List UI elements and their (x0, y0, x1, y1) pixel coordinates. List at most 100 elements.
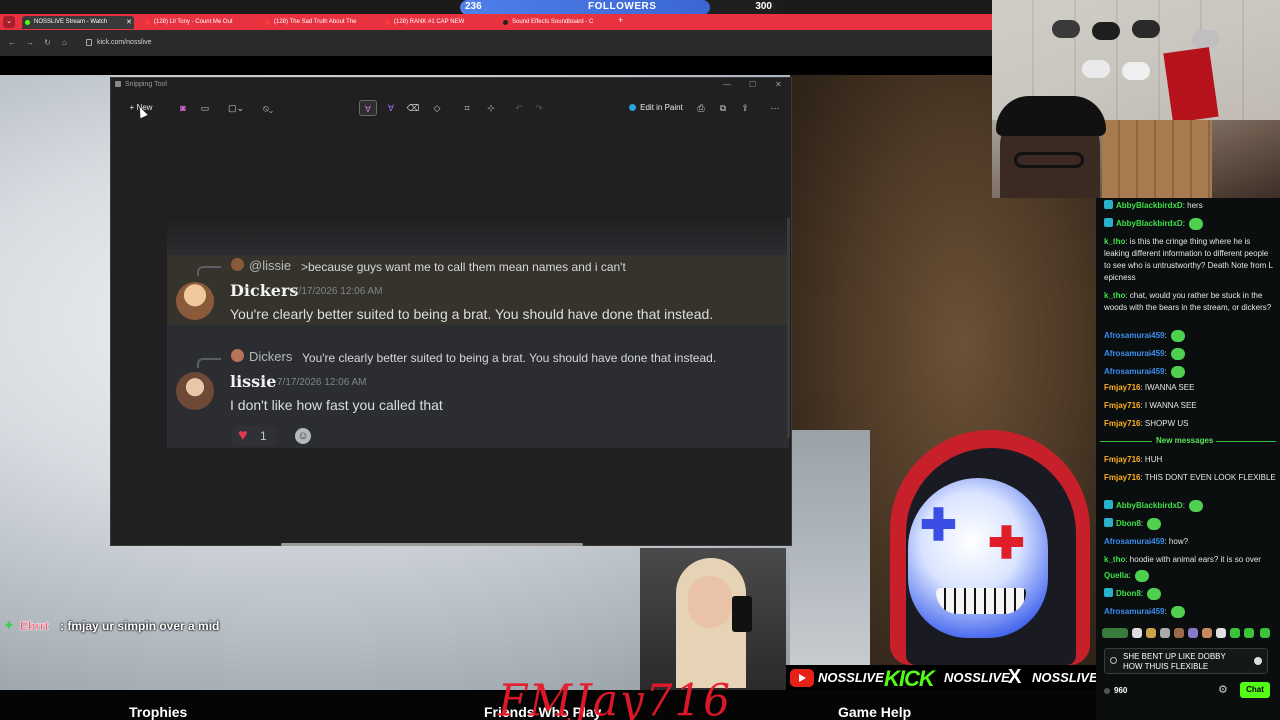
new-tab-button[interactable]: + (618, 15, 623, 25)
game-help-tab[interactable]: Game Help (838, 704, 911, 720)
avatar (176, 282, 214, 320)
followers-count: 236 (465, 1, 482, 12)
shape-dropdown-icon[interactable]: ▢⌄ (225, 100, 247, 116)
chat-username[interactable]: AbbyBlackbirdxD (1116, 501, 1183, 510)
chat-text: : (1164, 367, 1167, 377)
controller-image (1192, 30, 1220, 48)
eraser-icon[interactable]: ⌫ (405, 100, 421, 116)
chat-username[interactable]: AbbyBlackbirdxD (1116, 219, 1183, 228)
chat-username[interactable]: AbbyBlackbirdxD (1116, 201, 1183, 210)
chat-username[interactable]: Afrosamurai459 (1104, 607, 1164, 616)
emote-icon[interactable] (1188, 628, 1198, 638)
chat-username[interactable]: Fmjay716 (1104, 383, 1140, 392)
chat-message: Dbon8: (1104, 588, 1276, 600)
red-cross-icon: ✚ (988, 519, 1025, 568)
close-icon[interactable]: ✕ (775, 80, 782, 89)
chat-message: AbbyBlackbirdxD: hers (1104, 200, 1276, 212)
chat-message: Afrosamurai459: how? (1104, 536, 1276, 548)
chat-username[interactable]: Afrosamurai459 (1104, 367, 1164, 376)
tab-soundboard[interactable]: Sound Effects Soundboard - C (500, 16, 612, 29)
browser-tab-bar: ⌄ NOSSLIVE Stream - Watch ✕ (128) Lil To… (0, 14, 992, 30)
chat-username[interactable]: Fmjay716 (1104, 455, 1140, 464)
chat-username[interactable]: Afrosamurai459 (1104, 331, 1164, 340)
text-actions-icon[interactable]: ⊹ (483, 100, 499, 116)
emote-icon[interactable] (1244, 628, 1254, 638)
emote-icon[interactable] (1146, 628, 1156, 638)
reply-connector (197, 266, 221, 276)
chat-username[interactable]: Dbon8 (1116, 589, 1141, 598)
trophies-tab[interactable]: Trophies (129, 704, 187, 720)
tab-nosslive[interactable]: NOSSLIVE Stream - Watch ✕ (22, 16, 134, 29)
emote-picker-icon[interactable] (1254, 657, 1262, 665)
phone-image (732, 596, 752, 632)
highlighter-icon[interactable]: ∀ (383, 100, 399, 116)
chat-username[interactable]: Dbon8 (1116, 519, 1141, 528)
chat-username[interactable]: k_tho (1104, 237, 1125, 246)
minimize-icon[interactable]: — (723, 80, 731, 89)
copy-icon[interactable]: ⧉ (715, 100, 731, 116)
browser-gap (0, 56, 992, 75)
vertical-scrollbar[interactable] (787, 218, 790, 438)
reply-avatar (231, 258, 244, 271)
screen: 236 FOLLOWERS 300 ⌄ NOSSLIVE Stream - Wa… (0, 0, 1280, 720)
crop-icon[interactable]: ⌗ (459, 100, 475, 116)
reload-icon[interactable]: ↻ (44, 38, 51, 47)
reply-connector (197, 358, 221, 368)
chat-username[interactable]: Fmjay716 (1104, 473, 1140, 482)
chat-text: : (1182, 219, 1185, 229)
chat-username[interactable]: Fmjay716 (1104, 419, 1140, 428)
chat-username[interactable]: k_tho (1104, 291, 1125, 300)
emote-icon[interactable] (1160, 628, 1170, 638)
chat-message: Fmjay716: THIS DONT EVEN LOOK FLEXIBLE (1104, 472, 1276, 484)
glasses-image (1014, 152, 1084, 168)
shapes-icon[interactable]: ◇ (429, 100, 445, 116)
chat-send-button[interactable]: Chat (1240, 682, 1270, 698)
save-icon[interactable]: ⎙ (693, 100, 709, 116)
screenshot-mode-icon[interactable]: ◙ (175, 100, 191, 116)
emote-icon[interactable] (1102, 628, 1128, 638)
maximize-icon[interactable]: ☐ (749, 80, 756, 89)
delay-dropdown-icon[interactable]: ⦸⌄ (257, 100, 279, 116)
chat-username[interactable]: Fmjay716 (1104, 401, 1140, 410)
edit-in-paint-button[interactable]: Edit in Paint (625, 100, 687, 116)
redo-icon[interactable]: ↷ (531, 100, 547, 116)
tab-rank-1[interactable]: (128) RANK #1 CAP NEW (382, 16, 492, 29)
pen-icon[interactable]: ∀ (359, 100, 377, 116)
new-messages-label: New messages (1156, 436, 1214, 445)
message-text: I don't like how fast you called that (230, 397, 443, 413)
close-icon[interactable]: ✕ (126, 16, 132, 29)
chat-username[interactable]: Quella (1104, 571, 1128, 580)
emote-icon[interactable] (1132, 628, 1142, 638)
emote-icon[interactable] (1216, 628, 1226, 638)
emote-icon[interactable] (1230, 628, 1240, 638)
reply-icon (1110, 657, 1117, 664)
emote-icon (1170, 606, 1185, 618)
home-icon[interactable]: ⌂ (62, 38, 67, 47)
tab-sad-truth[interactable]: (128) The Sad Truth About The (262, 16, 370, 29)
chevron-down-icon[interactable]: ⌄ (3, 16, 15, 28)
back-icon[interactable]: ← (8, 38, 16, 47)
mascot-logo: ✚ ✚ (870, 430, 1095, 665)
chat-input[interactable]: SHE BENT UP LIKE DOBBY HOW THUIS FLEXIBL… (1104, 648, 1268, 674)
emote-icon[interactable] (1202, 628, 1212, 638)
forward-icon[interactable]: → (26, 38, 34, 47)
more-options-icon[interactable]: ⋯ (767, 100, 783, 116)
chat-username[interactable]: Afrosamurai459 (1104, 349, 1164, 358)
chat-username[interactable]: k_tho (1104, 555, 1125, 564)
undo-icon[interactable]: ↶ (511, 100, 527, 116)
url-field[interactable]: kick.com/nosslive (97, 39, 151, 46)
emote-icon[interactable] (1260, 628, 1270, 638)
horizontal-scrollbar[interactable] (281, 543, 583, 546)
heart-reaction[interactable]: ♥ 1 (232, 426, 276, 446)
guest-webcam (640, 548, 786, 690)
video-mode-icon[interactable]: ▭ (197, 100, 213, 116)
youtube-favicon-icon (385, 20, 390, 25)
gear-icon[interactable]: ⚙ (1218, 683, 1228, 696)
share-icon[interactable]: ⇪ (737, 100, 753, 116)
add-reaction-icon[interactable]: ☺ (295, 428, 311, 444)
tab-title: (128) RANK #1 CAP NEW (394, 19, 465, 25)
chat-username[interactable]: Afrosamurai459 (1104, 537, 1164, 546)
emote-bar[interactable] (1102, 628, 1274, 640)
chat-message: Afrosamurai459: (1104, 348, 1276, 360)
emote-icon[interactable] (1174, 628, 1184, 638)
